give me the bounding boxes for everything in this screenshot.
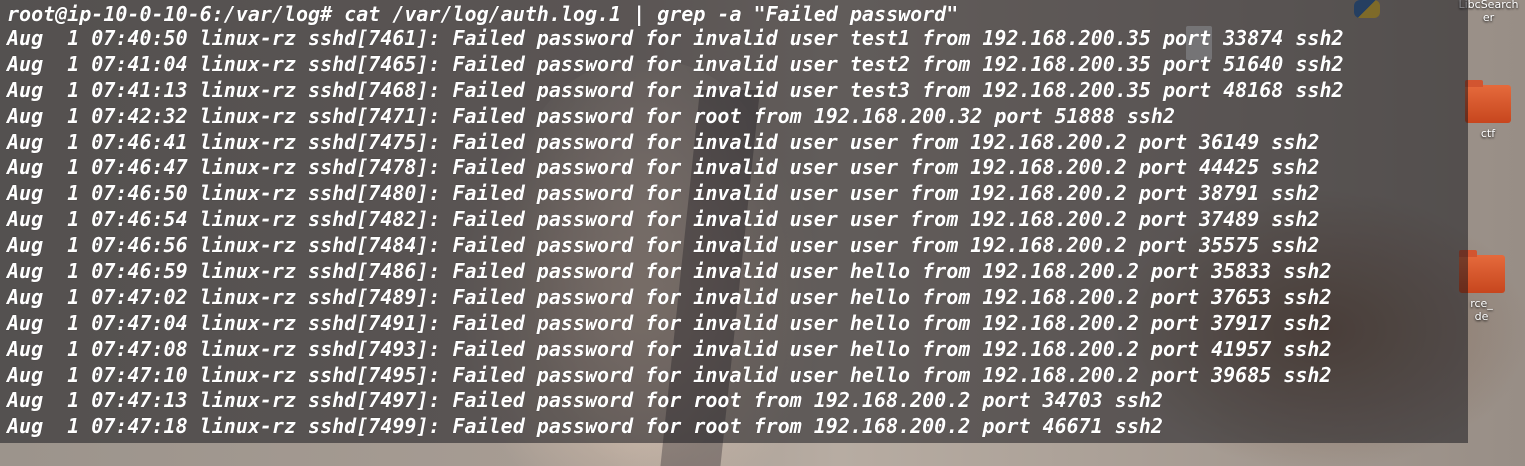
terminal-line: Aug 1 07:46:47 linux-rz sshd[7478]: Fail…	[7, 155, 1320, 180]
terminal-line: Aug 1 07:47:04 linux-rz sshd[7491]: Fail…	[7, 310, 1332, 335]
terminal-line: Aug 1 07:40:50 linux-rz sshd[7461]: Fail…	[7, 26, 1344, 50]
terminal-line: Aug 1 07:47:10 linux-rz sshd[7495]: Fail…	[7, 362, 1332, 387]
terminal-line: Aug 1 07:47:13 linux-rz sshd[7497]: Fail…	[7, 388, 1163, 413]
terminal-line: Aug 1 07:47:18 linux-rz sshd[7499]: Fail…	[7, 414, 1163, 439]
desktop-icon-label: de	[1474, 310, 1489, 323]
terminal-line: Aug 1 07:46:56 linux-rz sshd[7484]: Fail…	[7, 233, 1320, 258]
desktop-icon-ctf[interactable]: ctf	[1462, 80, 1514, 140]
terminal-output[interactable]: root@ip-10-0-10-6:/var/log# cat /var/log…	[7, 2, 1344, 440]
terminal-prompt-command: root@ip-10-0-10-6:/var/log# cat /var/log…	[7, 2, 959, 26]
terminal-line: Aug 1 07:41:13 linux-rz sshd[7468]: Fail…	[7, 77, 1344, 102]
terminal-line: Aug 1 07:46:59 linux-rz sshd[7486]: Fail…	[7, 259, 1332, 284]
terminal-window[interactable]: root@ip-10-0-10-6:/var/log# cat /var/log…	[0, 0, 1468, 443]
terminal-line: Aug 1 07:47:02 linux-rz sshd[7489]: Fail…	[7, 284, 1332, 309]
terminal-line: Aug 1 07:46:50 linux-rz sshd[7480]: Fail…	[7, 181, 1320, 206]
terminal-line: Aug 1 07:41:04 linux-rz sshd[7465]: Fail…	[7, 51, 1344, 76]
terminal-line: Aug 1 07:46:41 linux-rz sshd[7475]: Fail…	[7, 129, 1320, 154]
desktop-icon-label: rce_	[1470, 297, 1493, 310]
terminal-line: Aug 1 07:46:54 linux-rz sshd[7482]: Fail…	[7, 207, 1320, 232]
terminal-line: Aug 1 07:42:32 linux-rz sshd[7471]: Fail…	[7, 103, 1175, 128]
folder-icon	[1465, 80, 1511, 123]
desktop-icon-label: ctf	[1480, 127, 1496, 140]
terminal-line: Aug 1 07:47:08 linux-rz sshd[7493]: Fail…	[7, 336, 1332, 361]
